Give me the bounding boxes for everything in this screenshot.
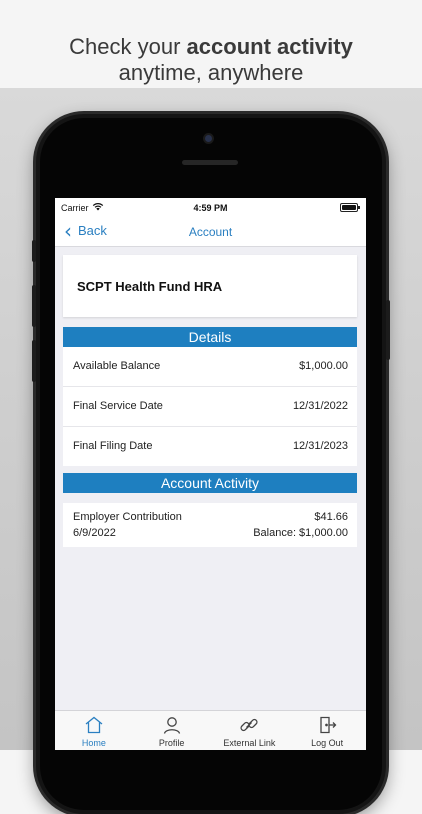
activity-amount: $41.66 (314, 511, 348, 523)
detail-row-final-filing-date: Final Filing Date 12/31/2023 (63, 427, 357, 466)
front-camera (205, 135, 212, 142)
home-icon (85, 716, 103, 734)
account-name-card: SCPT Health Fund HRA (63, 255, 357, 317)
activity-item[interactable]: Employer Contribution $41.66 6/9/2022 Ba… (63, 503, 357, 547)
clock: 4:59 PM (193, 203, 228, 213)
activity-date: 6/9/2022 (73, 527, 116, 539)
tab-external-link[interactable]: External Link (211, 711, 289, 750)
tab-home[interactable]: Home (55, 711, 133, 750)
activity-description: Employer Contribution (73, 511, 182, 523)
detail-label: Available Balance (73, 360, 161, 372)
tab-log-out[interactable]: Log Out (288, 711, 366, 750)
headline-prefix: Check your (69, 34, 187, 59)
detail-label: Final Service Date (73, 400, 163, 412)
details-header: Details (63, 327, 357, 347)
detail-row-available-balance: Available Balance $1,000.00 (63, 347, 357, 387)
app-screen: Carrier 4:59 PM ‹ Back Account SCPT Heal… (55, 198, 366, 750)
details-list: Available Balance $1,000.00 Final Servic… (63, 347, 357, 466)
mute-switch (32, 240, 36, 262)
link-icon (240, 718, 258, 732)
power-button (386, 300, 390, 360)
volume-up-button (32, 285, 36, 327)
detail-label: Final Filing Date (73, 440, 153, 452)
detail-value: 12/31/2023 (292, 440, 348, 452)
detail-row-final-service-date: Final Service Date 12/31/2022 (63, 387, 357, 427)
account-name: SCPT Health Fund HRA (77, 279, 223, 294)
tab-bar: Home Profile External Link Log Out (55, 710, 366, 750)
account-activity-header: Account Activity (63, 473, 357, 493)
tab-label: Home (81, 738, 106, 748)
tab-label: Profile (158, 738, 185, 748)
navigation-bar: ‹ Back Account (55, 218, 366, 247)
tab-label: Log Out (311, 738, 344, 748)
battery-icon (340, 203, 360, 212)
page-title: Account (188, 225, 233, 239)
detail-value: 12/31/2022 (292, 400, 348, 412)
logout-icon (320, 716, 337, 734)
tab-profile[interactable]: Profile (133, 711, 211, 750)
profile-icon (163, 717, 180, 734)
headline-line2: anytime, anywhere (118, 60, 304, 85)
detail-value: $1,000.00 (299, 360, 348, 372)
activity-balance: Balance: $1,000.00 (253, 527, 348, 539)
promo-headline: Check your account activity anytime, any… (0, 34, 422, 86)
status-bar: Carrier 4:59 PM (55, 198, 366, 218)
earpiece-speaker (182, 160, 238, 165)
headline-bold: account activity (186, 34, 353, 59)
volume-down-button (32, 340, 36, 382)
tab-label: External Link (223, 738, 276, 748)
